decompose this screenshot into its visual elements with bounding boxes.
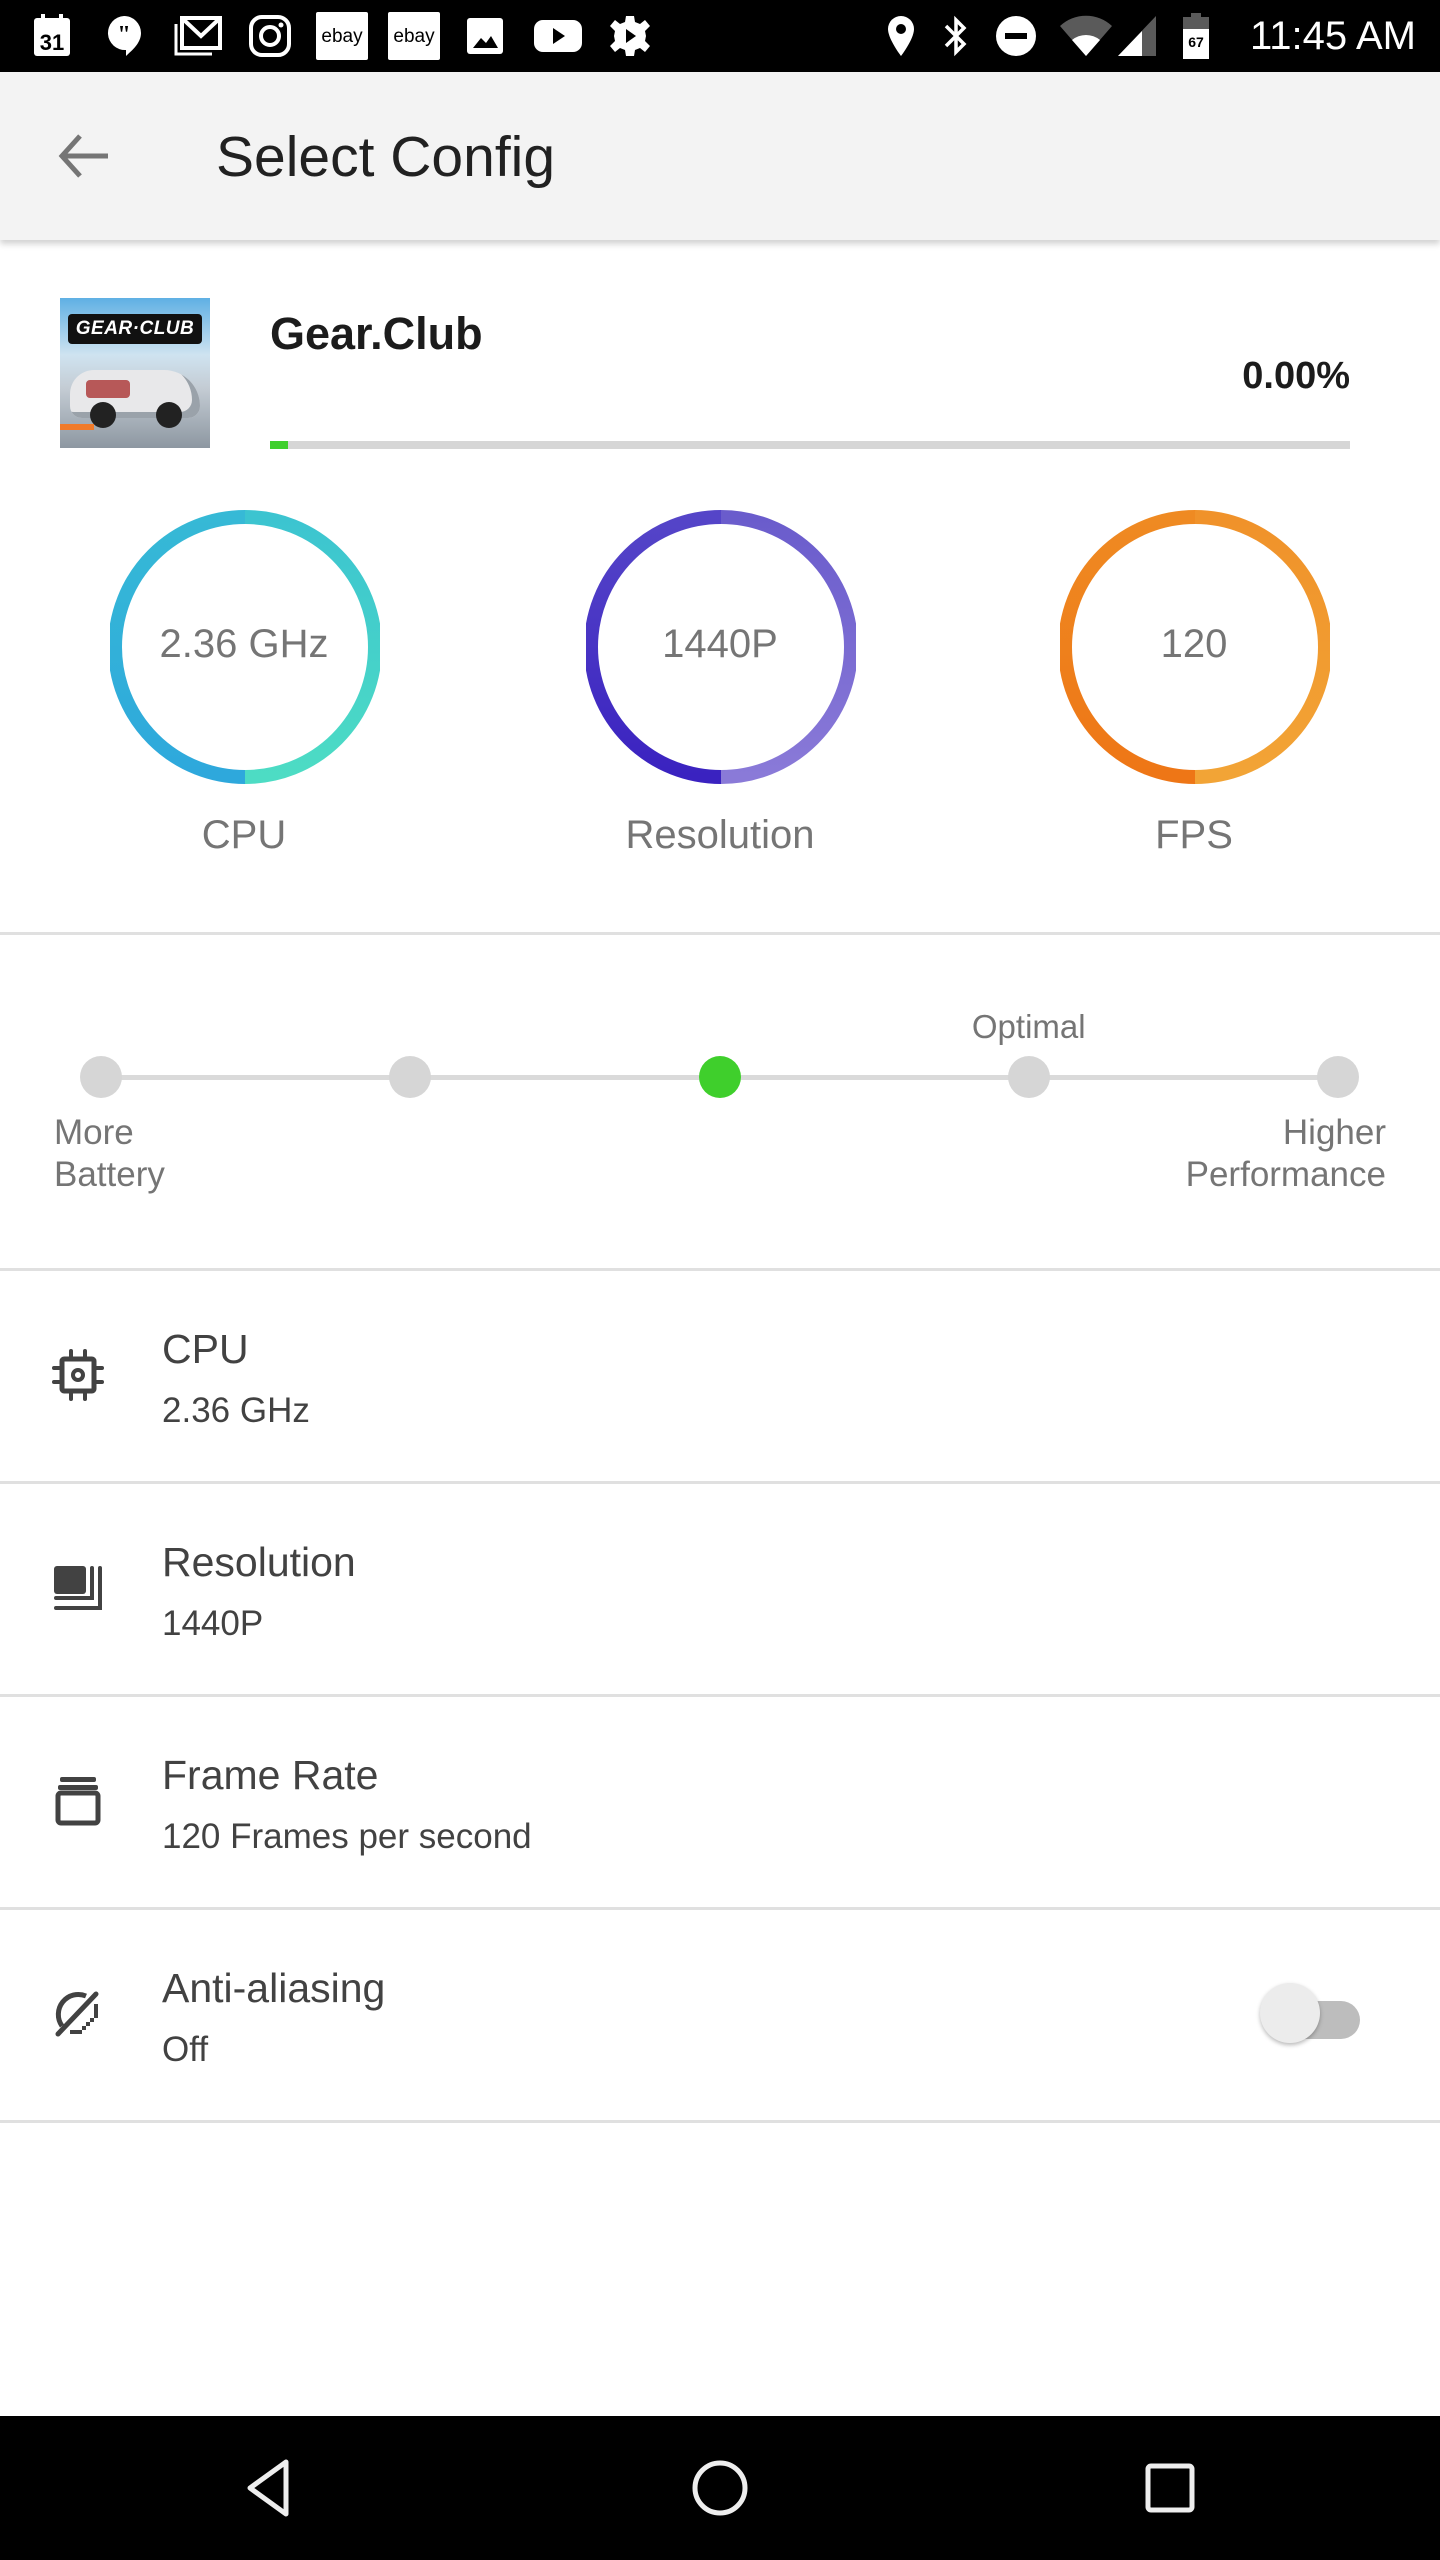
setting-row-anti-aliasing[interactable]: Anti-aliasing Off [0, 1910, 1440, 2120]
setting-value: Off [162, 2030, 209, 2069]
gauge-value: 120 [1160, 622, 1228, 666]
slider-step[interactable] [1317, 1056, 1359, 1098]
setting-title: CPU [162, 1326, 249, 1372]
gmail-icon [170, 14, 226, 58]
setting-title: Anti-aliasing [162, 1965, 386, 2011]
nav-home-icon [692, 2460, 748, 2516]
page-title: Select Config [216, 125, 556, 189]
slider-step[interactable] [80, 1056, 122, 1098]
setting-value: 1440P [162, 1604, 264, 1643]
setting-row-frame-rate[interactable]: Frame Rate 120 Frames per second [0, 1697, 1440, 1907]
resolution-icon [48, 1554, 108, 1622]
instagram-icon [246, 14, 294, 58]
status-time: 11:45 AM [1249, 14, 1416, 58]
gauge-label: Resolution [625, 813, 815, 857]
setting-value: 2.36 GHz [162, 1391, 310, 1430]
slider-step[interactable] [1007, 1056, 1050, 1098]
more-battery-label-line1: More [54, 1113, 134, 1152]
wifi-icon [1058, 14, 1114, 58]
back-button[interactable] [40, 116, 128, 196]
higher-performance-label: Higher Performance [1186, 1112, 1386, 1196]
nav-recents-button[interactable] [1110, 2440, 1230, 2536]
thumbnail-streak [60, 424, 94, 430]
optimal-label: Optimal [971, 1008, 1086, 1045]
more-battery-label-line2: Battery [54, 1155, 165, 1194]
calendar-day: 31 [40, 30, 64, 55]
do-not-disturb-icon [994, 14, 1038, 58]
more-battery-label: More Battery [54, 1112, 165, 1196]
nav-recents-icon [1145, 2463, 1195, 2513]
gauge-cpu: 2.36 GHz CPU [94, 505, 394, 865]
cell-signal-icon [1116, 14, 1160, 58]
toggle-thumb [1260, 1983, 1320, 2043]
divider [0, 2120, 1440, 2123]
slider-step[interactable] [389, 1056, 432, 1098]
calendar-icon: 31 [30, 14, 74, 58]
game-title: Gear.Club [270, 308, 483, 359]
game-progress-percent: 0.00% [1242, 355, 1350, 397]
ebay-icon: ebay [388, 12, 440, 60]
gauge-value: 1440P [662, 622, 778, 666]
gauge-label: FPS [1155, 813, 1233, 857]
higher-performance-label-line1: Higher [1282, 1113, 1386, 1152]
game-progress-bar [270, 441, 1350, 449]
battery-icon: 67 [1180, 13, 1212, 59]
navigation-bar [0, 2416, 1440, 2560]
arrow-back-icon [58, 134, 108, 178]
higher-performance-label-line2: Performance [1185, 1155, 1386, 1194]
setting-value: 120 Frames per second [162, 1817, 532, 1856]
svg-text:ebay: ebay [321, 26, 363, 47]
game-thumbnail: GEAR·CLUB [60, 298, 210, 448]
nav-home-button[interactable] [660, 2440, 780, 2536]
nav-back-button[interactable] [210, 2440, 330, 2536]
anti-aliasing-toggle[interactable] [1260, 1982, 1364, 2044]
settings-icon [608, 14, 652, 58]
nav-back-icon [247, 2459, 289, 2517]
slider-step-selected[interactable] [698, 1056, 741, 1098]
ebay-icon: ebay [316, 12, 368, 60]
app-bar: Select Config [0, 72, 1440, 240]
battery-level: 67 [1188, 34, 1204, 50]
youtube-icon [532, 14, 584, 58]
hangouts-icon: " [102, 14, 146, 58]
svg-text:": " [117, 22, 130, 48]
game-progress-fill [270, 441, 288, 449]
photos-icon [465, 14, 505, 58]
gauge-value: 2.36 GHz [159, 622, 329, 666]
frame-rate-icon [48, 1767, 108, 1835]
bluetooth-icon [940, 14, 972, 58]
status-bar: 31 " ebay ebay 67 11:45 AM [0, 0, 1440, 72]
gauge-label: CPU [201, 813, 287, 857]
thumbnail-wheel [156, 402, 182, 428]
svg-text:ebay: ebay [393, 26, 435, 47]
setting-row-cpu[interactable]: CPU 2.36 GHz [0, 1271, 1440, 1481]
gauge-fps: 120 FPS [1044, 505, 1344, 865]
location-icon [883, 14, 919, 58]
setting-title: Frame Rate [162, 1752, 379, 1798]
anti-aliasing-icon [48, 1980, 108, 2048]
setting-title: Resolution [162, 1539, 356, 1585]
game-thumbnail-logo: GEAR·CLUB [68, 314, 202, 344]
gauge-resolution: 1440P Resolution [570, 505, 870, 865]
setting-row-resolution[interactable]: Resolution 1440P [0, 1484, 1440, 1694]
cpu-chip-icon [48, 1341, 108, 1409]
divider [0, 932, 1440, 935]
